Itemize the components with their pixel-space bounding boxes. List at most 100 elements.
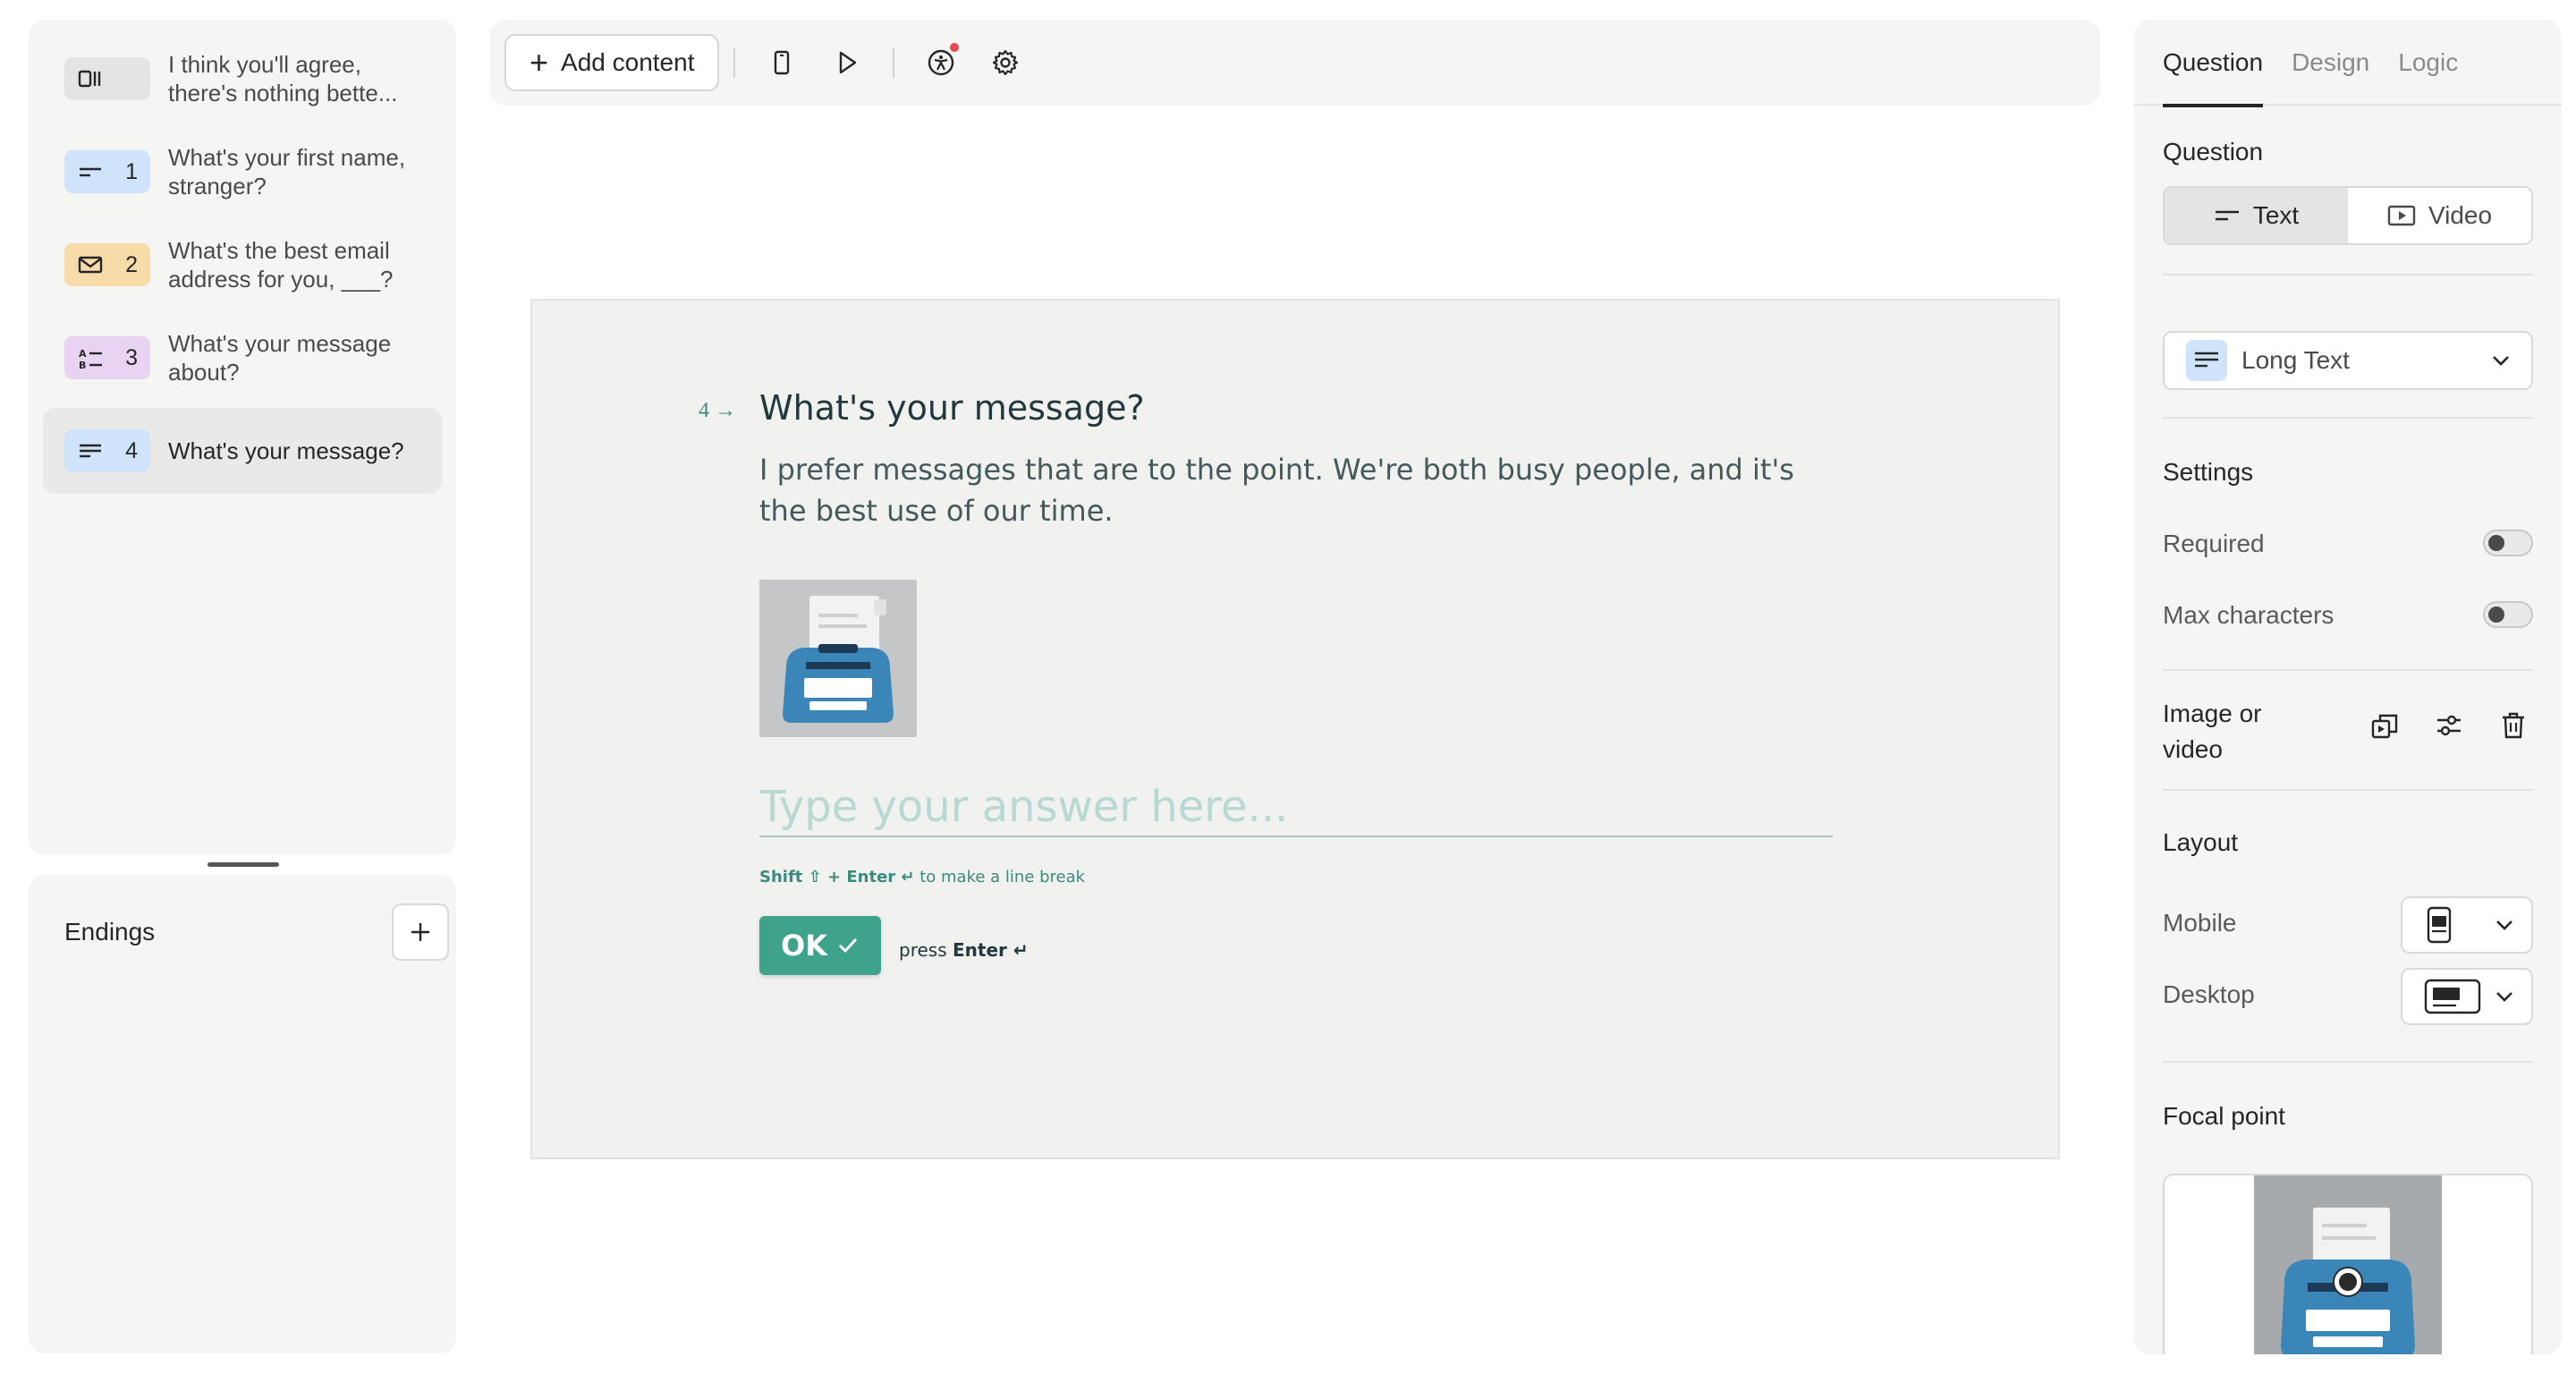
svg-text:B: B — [79, 360, 86, 371]
sliders-icon — [2437, 715, 2461, 736]
question-heading: Question — [2163, 138, 2264, 165]
multiple-choice-icon: AB — [79, 348, 102, 371]
email-icon — [78, 256, 103, 274]
accessibility-button[interactable] — [916, 38, 966, 88]
focal-point-handle[interactable] — [2334, 1268, 2361, 1295]
question-badge: 4 — [64, 429, 150, 472]
text-lines-icon — [2215, 210, 2239, 221]
add-content-button[interactable]: + Add content — [504, 34, 720, 91]
section-divider — [2163, 1061, 2533, 1063]
plus-icon: + — [530, 44, 549, 81]
chevron-down-icon — [2496, 920, 2512, 930]
checkmark-icon — [838, 937, 858, 954]
ok-button[interactable]: OK — [759, 916, 881, 975]
question-item-statement[interactable]: I think you'll agree, there's nothing be… — [43, 36, 442, 122]
max-characters-toggle[interactable] — [2483, 601, 2533, 628]
question-number: 4 — [125, 437, 138, 463]
question-badge — [64, 57, 150, 100]
question-item-1[interactable]: 1 What's your first name, stranger? — [43, 129, 442, 215]
panel-resize-handle[interactable] — [208, 862, 279, 867]
media-library-icon — [2371, 714, 2398, 739]
question-title[interactable]: What's your message? — [759, 388, 1145, 428]
question-type-select[interactable]: Long Text — [2163, 331, 2533, 390]
settings-heading: Settings — [2163, 458, 2254, 486]
desktop-layout-icon — [2424, 979, 2481, 1014]
desktop-layout-select[interactable] — [2401, 968, 2533, 1025]
endings-title: Endings — [64, 918, 156, 946]
section-divider — [2163, 417, 2533, 419]
gear-icon — [993, 49, 1019, 76]
typewriter-illustration — [2281, 1208, 2415, 1354]
question-number: 1 — [125, 158, 138, 184]
question-description[interactable]: I prefer messages that are to the point.… — [759, 449, 1833, 531]
long-text-icon — [80, 444, 101, 458]
statement-icon — [78, 70, 101, 88]
chevron-down-icon — [2493, 356, 2509, 366]
focal-preview-image — [2254, 1175, 2442, 1354]
mobile-layout-select[interactable] — [2401, 896, 2533, 954]
media-actions — [2352, 710, 2546, 741]
question-badge: AB 3 — [64, 336, 150, 379]
layout-heading: Layout — [2163, 828, 2239, 856]
typewriter-illustration — [783, 596, 894, 723]
section-divider — [2163, 274, 2533, 276]
notification-dot — [950, 43, 960, 52]
plus-icon — [411, 923, 429, 941]
question-number: 2 — [125, 251, 138, 277]
top-toolbar: + Add content — [490, 20, 2100, 106]
delete-media-button[interactable] — [2481, 710, 2546, 741]
question-list-panel: I think you'll agree, there's nothing be… — [29, 20, 456, 855]
long-text-icon — [2186, 340, 2227, 381]
press-enter-hint: press Enter ↵ — [899, 939, 1029, 961]
question-number: 3 — [125, 344, 138, 370]
focal-point-heading: Focal point — [2163, 1102, 2285, 1130]
short-text-icon — [80, 167, 101, 177]
question-type-value: Long Text — [2241, 346, 2350, 374]
mobile-preview-button[interactable] — [757, 38, 807, 88]
tab-design[interactable]: Design — [2292, 20, 2369, 106]
svg-text:A: A — [79, 348, 87, 360]
question-item-2[interactable]: 2 What's the best email address for you,… — [43, 222, 442, 308]
answer-input[interactable] — [759, 778, 1833, 837]
typewriter-image[interactable] — [759, 580, 917, 737]
ok-label: OK — [781, 929, 827, 963]
form-preview-canvas: 4 → What's your message? I prefer messag… — [530, 299, 2060, 1159]
toolbar-divider — [733, 47, 736, 78]
line-break-hint: Shift ⇧ + Enter ↵ to make a line break — [759, 868, 1086, 886]
question-label: What's your first name, stranger? — [168, 144, 406, 199]
media-adjust-button[interactable] — [2417, 710, 2481, 741]
play-icon — [840, 51, 857, 74]
settings-tabs: Question Design Logic — [2134, 20, 2562, 107]
question-item-3[interactable]: AB 3 What's your message about? — [43, 315, 442, 401]
question-item-4[interactable]: 4 What's your message? — [43, 408, 442, 494]
format-video-button[interactable]: Video — [2348, 188, 2531, 243]
question-label: I think you'll agree, there's nothing be… — [168, 51, 398, 106]
preview-play-button[interactable] — [821, 38, 871, 88]
tab-question[interactable]: Question — [2163, 20, 2264, 107]
add-content-label: Add content — [561, 48, 695, 76]
question-number-indicator: 4 → — [699, 399, 736, 422]
question-settings-panel: Question Design Logic Question Text Vide… — [2134, 20, 2562, 1354]
max-characters-label: Max characters — [2163, 601, 2334, 629]
section-divider — [2163, 669, 2533, 671]
question-label: What's your message about? — [168, 330, 392, 386]
question-label: What's your message? — [168, 437, 404, 464]
settings-button[interactable] — [980, 38, 1030, 88]
accessibility-icon — [928, 49, 954, 76]
add-ending-button[interactable] — [392, 903, 449, 961]
trash-icon — [2503, 712, 2524, 739]
replace-media-button[interactable] — [2352, 710, 2417, 741]
focal-point-picker[interactable] — [2163, 1174, 2533, 1354]
question-badge: 1 — [64, 150, 150, 193]
format-text-button[interactable]: Text — [2165, 188, 2348, 243]
section-divider — [2163, 789, 2533, 791]
image-or-video-label: Image or video — [2163, 700, 2262, 763]
required-toggle[interactable] — [2483, 530, 2533, 556]
toolbar-divider — [893, 47, 895, 78]
desktop-label: Desktop — [2163, 980, 2255, 1008]
video-icon — [2387, 205, 2416, 226]
tab-logic[interactable]: Logic — [2398, 20, 2458, 106]
mobile-icon — [775, 50, 790, 75]
question-format-toggle: Text Video — [2163, 186, 2533, 245]
required-label: Required — [2163, 530, 2265, 557]
